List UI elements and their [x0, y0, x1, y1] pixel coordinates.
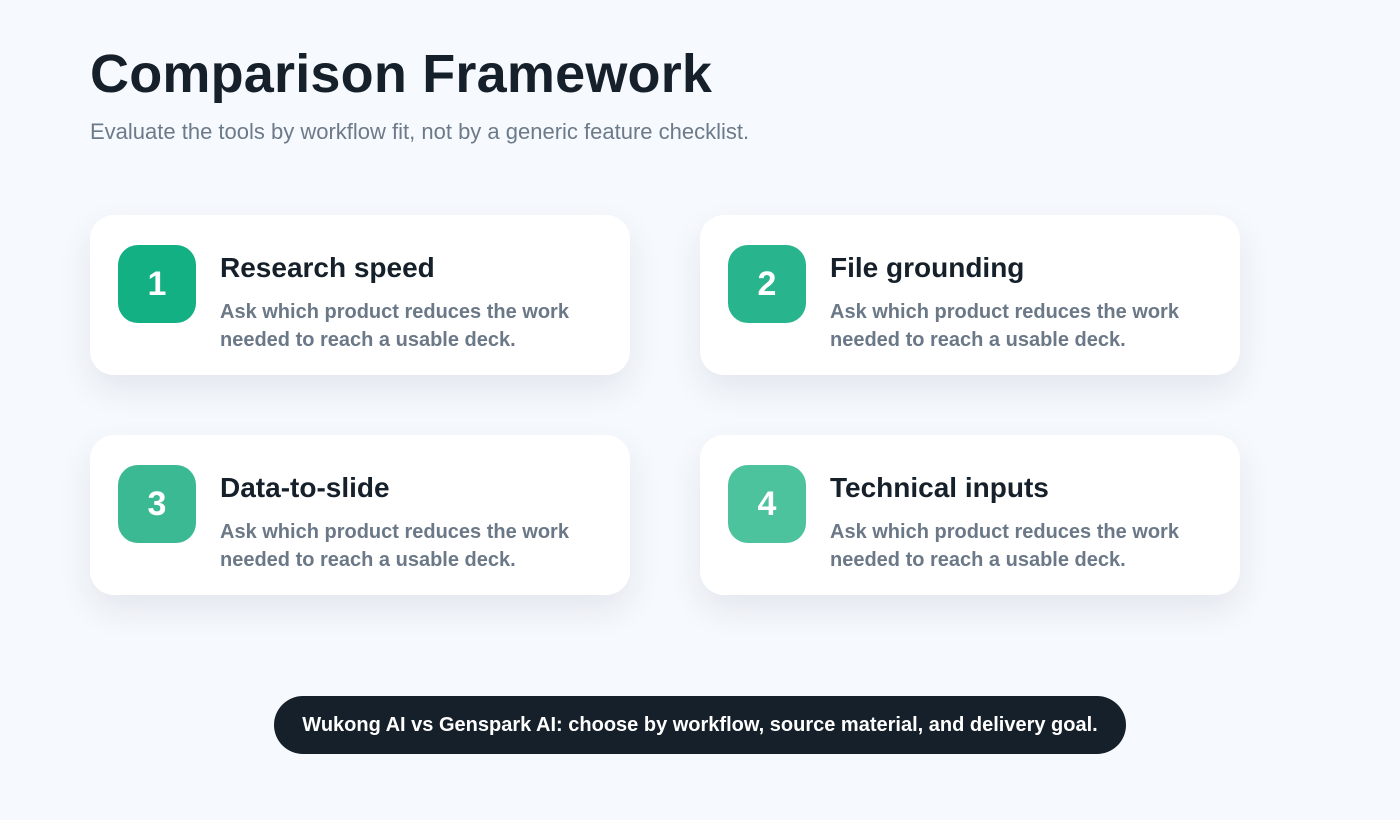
card-title: Research speed — [220, 252, 435, 283]
page-subtitle: Evaluate the tools by workflow fit, not … — [90, 119, 750, 144]
number-badge: 4 — [728, 465, 806, 543]
card-title: Data-to-slide — [220, 472, 390, 503]
summary-banner: Wukong AI vs Genspark AI: choose by work… — [274, 696, 1126, 754]
number-badge: 3 — [118, 465, 196, 543]
card-description: Ask which product reduces the work neede… — [220, 301, 569, 351]
summary-banner-text: Wukong AI vs Genspark AI: choose by work… — [302, 714, 1098, 736]
criterion-card-technical-inputs: 4 Technical inputs Ask which product red… — [700, 435, 1240, 595]
card-description: Ask which product reduces the work neede… — [830, 301, 1179, 351]
criterion-card-research-speed: 1 Research speed Ask which product reduc… — [90, 215, 630, 375]
card-title: File grounding — [830, 252, 1025, 283]
number-badge: 1 — [118, 245, 196, 323]
number-badge: 2 — [728, 245, 806, 323]
page-title: Comparison Framework — [90, 44, 713, 104]
card-description: Ask which product reduces the work neede… — [830, 521, 1179, 571]
card-title: Technical inputs — [830, 472, 1049, 503]
card-description: Ask which product reduces the work neede… — [220, 521, 569, 571]
criterion-card-data-to-slide: 3 Data-to-slide Ask which product reduce… — [90, 435, 630, 595]
criterion-card-file-grounding: 2 File grounding Ask which product reduc… — [700, 215, 1240, 375]
